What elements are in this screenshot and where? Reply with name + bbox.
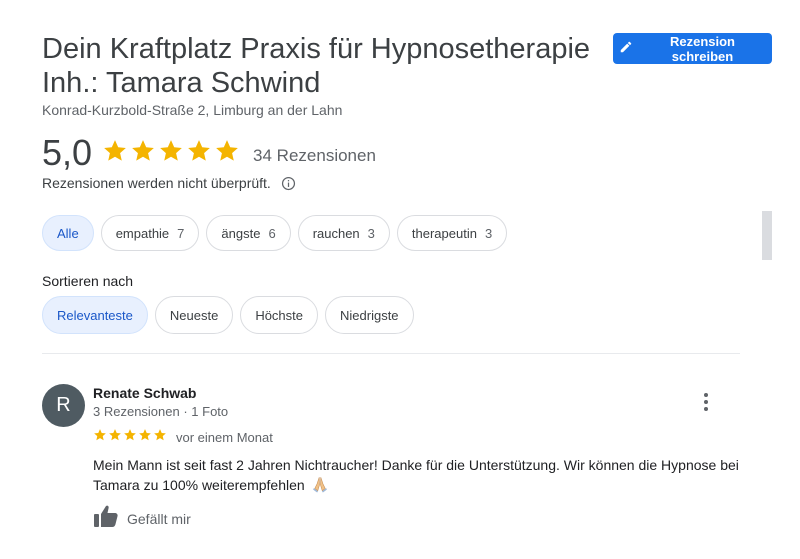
star-icon — [214, 138, 240, 169]
scrollbar-thumb[interactable] — [762, 211, 772, 260]
info-icon[interactable] — [281, 176, 296, 191]
review-count-link[interactable]: 34 Rezensionen — [253, 146, 376, 166]
topic-chip-label: rauchen — [312, 225, 360, 241]
like-label: Gefällt mir — [127, 510, 191, 527]
reviewer-name[interactable]: Renate Schwab — [93, 385, 196, 401]
reviewer-meta: 3 Rezensionen · 1 Foto — [93, 404, 229, 419]
topic-chip-count: 7 — [177, 225, 185, 241]
write-review-label: Rezension schreiben — [669, 33, 735, 64]
more-options-icon[interactable] — [697, 392, 715, 412]
topic-chip-count: 3 — [484, 225, 493, 241]
unverified-note-text: Rezensionen werden nicht überprüft. — [42, 175, 271, 191]
review-rating: vor einem Monat — [93, 428, 273, 447]
thumbs-up-icon — [93, 504, 119, 533]
topic-chip-count: 3 — [367, 225, 375, 241]
review-body: Mein Mann ist seit fast 2 Jahren Nichtra… — [93, 457, 739, 493]
star-icon — [93, 428, 107, 447]
unverified-note: Rezensionen werden nicht überprüft. — [42, 175, 296, 191]
topic-chip-ängste[interactable]: ängste 6 — [206, 215, 291, 251]
topic-chip-count: 6 — [268, 225, 276, 241]
star-icon — [186, 138, 212, 169]
star-icon — [130, 138, 156, 169]
topic-chip-rauchen[interactable]: rauchen 3 — [297, 215, 390, 251]
topic-chip-label: ängste — [221, 225, 261, 241]
star-icon — [108, 428, 122, 447]
review-stars — [93, 428, 167, 447]
write-review-button[interactable]: Rezension schreiben — [613, 33, 772, 64]
rating-stars — [102, 138, 240, 169]
review-date: vor einem Monat — [176, 430, 273, 445]
sort-label: Sortieren nach — [42, 273, 134, 289]
place-title: Dein Kraftplatz Praxis für Hypnosetherap… — [42, 33, 591, 99]
topic-chip-label: therapeutin — [411, 225, 477, 241]
praying-hands-icon — [311, 475, 329, 498]
review-text: Mein Mann ist seit fast 2 Jahren Nichtra… — [93, 455, 753, 498]
pencil-icon — [619, 40, 633, 57]
sort-option-3[interactable]: Niedrigste — [325, 296, 414, 334]
star-icon — [123, 428, 137, 447]
sort-option-1[interactable]: Neueste — [154, 296, 234, 334]
topic-filter-chips: Alle empathie 7 ängste 6 rauchen 3 therapeutin 3 — [42, 215, 508, 251]
star-icon — [153, 428, 167, 447]
star-icon — [102, 138, 128, 169]
place-address: Konrad-Kurzbold-Straße 2, Limburg an der… — [42, 102, 343, 118]
sort-option-0[interactable]: Relevanteste — [42, 296, 148, 334]
sort-options: Relevanteste Neueste Höchste Niedrigste — [42, 296, 414, 334]
divider — [42, 353, 740, 354]
rating-summary: 5,0 34 Rezensionen — [42, 132, 376, 174]
like-button[interactable]: Gefällt mir — [93, 504, 191, 533]
sort-option-2[interactable]: Höchste — [240, 296, 319, 334]
topic-chip-label: Alle — [57, 225, 79, 241]
star-icon — [158, 138, 184, 169]
avatar[interactable]: R — [42, 384, 85, 427]
topic-chip-empathie[interactable]: empathie 7 — [100, 215, 200, 251]
star-icon — [138, 428, 152, 447]
topic-chip-Alle[interactable]: Alle — [42, 215, 94, 251]
topic-chip-therapeutin[interactable]: therapeutin 3 — [396, 215, 508, 251]
rating-value: 5,0 — [42, 132, 93, 173]
topic-chip-label: empathie — [115, 225, 170, 241]
